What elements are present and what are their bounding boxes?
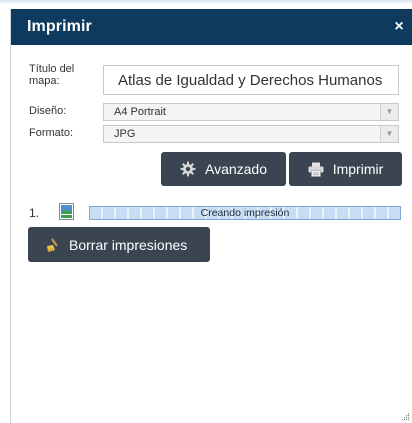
print-progress-status: Creando impresión — [200, 207, 290, 219]
advanced-button[interactable]: Avanzado — [161, 152, 286, 186]
broom-icon — [47, 237, 58, 252]
chevron-down-icon[interactable]: ▼ — [380, 126, 398, 142]
layout-select-value: A4 Portrait — [114, 106, 166, 118]
layout-select[interactable]: A4 Portrait ▼ — [103, 103, 399, 121]
print-button[interactable]: Imprimir — [289, 152, 402, 186]
clear-prints-button-label: Borrar impresiones — [69, 236, 188, 253]
left-strip — [0, 9, 10, 423]
advanced-button-label: Avanzado — [204, 161, 267, 177]
map-title-input[interactable] — [103, 65, 399, 95]
top-strip — [0, 0, 412, 9]
close-icon[interactable]: × — [391, 18, 407, 36]
clear-prints-button[interactable]: Borrar impresiones — [28, 227, 210, 262]
print-progress-bar: Creando impresión — [89, 206, 401, 220]
panel-header: Imprimir × — [11, 9, 412, 45]
resize-grip-icon[interactable] — [400, 411, 410, 421]
image-file-icon[interactable] — [59, 203, 74, 220]
format-label: Formato: — [29, 127, 74, 139]
job-number: 1. — [29, 206, 40, 220]
print-widget-screen: Imprimir × Título del mapa: Diseño: A4 P… — [0, 0, 412, 423]
panel-title: Imprimir — [27, 18, 92, 35]
print-panel: Imprimir × Título del mapa: Diseño: A4 P… — [10, 9, 412, 423]
chevron-down-icon[interactable]: ▼ — [380, 104, 398, 120]
gear-icon — [180, 161, 196, 177]
printer-icon — [308, 162, 324, 177]
map-title-label: Título del mapa: — [29, 63, 75, 87]
format-select[interactable]: JPG ▼ — [103, 125, 399, 143]
layout-label: Diseño: — [29, 105, 67, 117]
format-select-value: JPG — [114, 128, 136, 140]
print-button-label: Imprimir — [332, 161, 384, 177]
